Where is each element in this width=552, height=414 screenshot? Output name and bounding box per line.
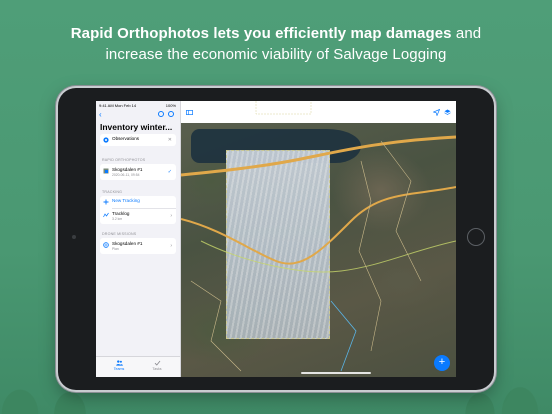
section-tracking: TRACKING bbox=[102, 190, 123, 194]
orthophoto-icon bbox=[103, 168, 109, 174]
tab-tasks[interactable]: Tasks bbox=[142, 360, 172, 371]
status-time: 9:41 AM Mon Feb 14 bbox=[99, 103, 137, 108]
map-view[interactable]: + bbox=[181, 101, 456, 377]
tab-teams[interactable]: Teams bbox=[104, 360, 134, 371]
tab-teams-label: Teams bbox=[113, 367, 125, 371]
tracklog-title: Tracklog bbox=[112, 211, 130, 216]
home-button[interactable] bbox=[467, 228, 485, 246]
sidebar-nav: ‹ bbox=[96, 110, 180, 120]
status-battery: 100% bbox=[165, 103, 176, 108]
add-button[interactable]: + bbox=[434, 355, 450, 371]
tracklog-row[interactable]: Tracklog 3.2 km › bbox=[100, 208, 176, 224]
home-indicator bbox=[301, 372, 371, 374]
headline-line2: increase the economic viability of Salva… bbox=[105, 46, 447, 63]
more-icon[interactable] bbox=[168, 111, 174, 117]
chevron-right-icon: › bbox=[170, 243, 172, 249]
drone-icon bbox=[103, 242, 109, 248]
close-icon[interactable]: ✕ bbox=[168, 137, 172, 143]
drone-card[interactable]: Skogsdalen #1 Plan › bbox=[100, 238, 176, 254]
tracklog-subtitle: 3.2 km bbox=[112, 217, 123, 221]
orthophoto-subtitle: 2020-06-11, 09:54 bbox=[112, 173, 140, 177]
tracking-card: New Tracking Tracklog 3.2 km › bbox=[100, 196, 176, 224]
ipad-frame: 9:41 AM Mon Feb 14 100% ‹ Inventory wint… bbox=[58, 88, 494, 390]
observations-card[interactable]: Observations ✕ bbox=[100, 134, 176, 146]
observations-label: Observations bbox=[112, 136, 140, 141]
map-roads bbox=[181, 101, 456, 372]
tracklog-icon bbox=[103, 212, 109, 218]
camera bbox=[72, 235, 76, 239]
app-screen: 9:41 AM Mon Feb 14 100% ‹ Inventory wint… bbox=[96, 101, 456, 377]
sidebar: 9:41 AM Mon Feb 14 100% ‹ Inventory wint… bbox=[96, 101, 181, 377]
orthophoto-card[interactable]: Skogsdalen #1 2020-06-11, 09:54 ✓ bbox=[100, 164, 176, 180]
section-orthophotos: RAPID ORTHOPHOTOS bbox=[102, 158, 146, 162]
plus-icon bbox=[103, 199, 109, 205]
observations-icon bbox=[103, 137, 109, 143]
section-drone: DRONE MISSIONS bbox=[102, 232, 137, 236]
new-tracking-label: New Tracking bbox=[112, 198, 140, 203]
drone-title: Skogsdalen #1 bbox=[112, 241, 143, 246]
check-icon: ✓ bbox=[167, 169, 172, 175]
drone-subtitle: Plan bbox=[112, 247, 119, 251]
new-tracking-row[interactable]: New Tracking bbox=[100, 196, 176, 208]
page-title: Inventory winter... bbox=[100, 122, 173, 132]
headline-bold: Rapid Orthophotos lets you efficiently m… bbox=[70, 25, 452, 42]
headline-rest: and bbox=[451, 25, 482, 42]
tab-tasks-label: Tasks bbox=[152, 367, 162, 371]
search-icon[interactable] bbox=[158, 111, 164, 117]
orthophoto-title: Skogsdalen #1 bbox=[112, 167, 143, 172]
tab-bar: Teams Tasks bbox=[96, 356, 180, 377]
checkmark-icon bbox=[154, 360, 160, 366]
chevron-right-icon: › bbox=[170, 213, 172, 219]
headline: Rapid Orthophotos lets you efficiently m… bbox=[0, 23, 552, 65]
people-icon bbox=[115, 360, 123, 366]
back-chevron-icon[interactable]: ‹ bbox=[99, 110, 102, 119]
